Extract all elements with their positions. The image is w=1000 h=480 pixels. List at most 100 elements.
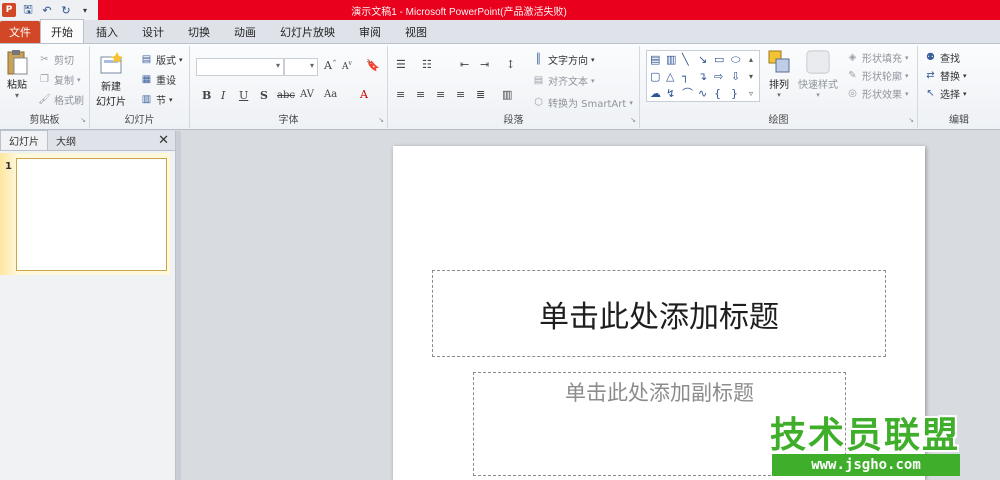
undo-icon[interactable]: ↶ [40, 3, 54, 17]
text-direction-button[interactable]: ║ 文字方向 ▾ [532, 52, 594, 67]
copy-button[interactable]: ❐ 复制 ▾ [38, 72, 81, 87]
watermark-title: 技术员联盟 [770, 415, 961, 456]
layout-button[interactable]: ▤ 版式 ▾ [140, 52, 183, 67]
line-shape-icon[interactable]: ╲ [682, 54, 689, 66]
increase-indent-icon[interactable]: ⇥ [480, 58, 489, 71]
select-button[interactable]: ↖ 选择 ▾ [924, 86, 966, 101]
align-text-button[interactable]: ▤ 对齐文本 ▾ [532, 73, 595, 88]
new-slide-button[interactable]: 新建 幻灯片 [96, 50, 126, 108]
paragraph-dialog-launcher-icon[interactable]: ↘ [630, 116, 636, 124]
drawing-dialog-launcher-icon[interactable]: ↘ [908, 116, 914, 124]
numbering-icon[interactable]: ☷ [422, 58, 432, 71]
tab-file[interactable]: 文件 [0, 21, 40, 43]
lightning-shape-icon[interactable]: ↯ [666, 88, 675, 100]
oval-shape-icon[interactable]: ⬭ [731, 54, 740, 66]
textbox-shape-icon[interactable]: ▤ [650, 54, 660, 66]
cut-button[interactable]: ✂ 剪切 [38, 52, 74, 67]
vertical-textbox-shape-icon[interactable]: ▥ [666, 54, 676, 66]
left-brace-shape-icon[interactable]: { [714, 88, 721, 100]
character-spacing-icon[interactable]: AV [300, 89, 314, 100]
clear-formatting-icon[interactable]: 🔖 [366, 59, 380, 72]
tab-outline[interactable]: 大纲 [48, 131, 84, 150]
tab-view[interactable]: 视图 [393, 21, 439, 43]
arrange-dropdown-icon: ▾ [777, 91, 781, 99]
bold-icon[interactable]: B [202, 89, 211, 102]
curve-shape-icon[interactable]: ∿ [698, 88, 707, 100]
paste-dropdown-icon[interactable]: ▾ [15, 91, 19, 100]
save-icon[interactable]: 🖫 [21, 3, 35, 17]
format-painter-button[interactable]: 🖌 格式刷 [38, 92, 84, 107]
close-icon[interactable]: ✕ [158, 133, 169, 148]
arrow-line-shape-icon[interactable]: ↘ [698, 54, 707, 66]
tab-slides[interactable]: 幻灯片 [0, 130, 48, 150]
gallery-more-icon[interactable]: ▿ [749, 88, 753, 100]
distributed-icon[interactable]: ≣ [476, 88, 485, 101]
tab-insert[interactable]: 插入 [84, 21, 130, 43]
grow-font-icon[interactable]: A^ [324, 59, 337, 72]
paste-label: 粘贴 [7, 80, 27, 91]
find-button[interactable]: ⚉ 查找 [924, 50, 960, 65]
justify-icon[interactable]: ≡ [456, 88, 465, 101]
right-arrow-shape-icon[interactable]: ⇨ [714, 71, 723, 83]
title-placeholder[interactable]: 单击此处添加标题 [432, 270, 886, 357]
section-button[interactable]: ▥ 节 ▾ [140, 92, 173, 107]
bullets-icon[interactable]: ☰ [396, 58, 406, 71]
convert-smartart-button[interactable]: ⬡ 转换为 SmartArt ▾ [532, 95, 633, 110]
layout-label: 版式 [156, 56, 176, 67]
paragraph-group-label: 段落 [503, 115, 524, 126]
tab-animations[interactable]: 动画 [222, 21, 268, 43]
triangle-shape-icon[interactable]: △ [666, 71, 674, 83]
tab-review[interactable]: 审阅 [347, 21, 393, 43]
customize-qat-icon[interactable]: ▾ [78, 3, 92, 17]
gallery-scroll-down-icon[interactable]: ▾ [749, 71, 753, 83]
shadow-icon[interactable]: S [260, 89, 268, 102]
slide-thumbnail[interactable] [16, 158, 167, 271]
shape-fill-button[interactable]: ◈ 形状填充 ▾ [846, 50, 909, 65]
font-size-combo[interactable]: ▾ [284, 58, 318, 76]
line-spacing-icon[interactable]: ↕ [506, 58, 515, 71]
arrange-button[interactable]: 排列 ▾ [766, 48, 792, 99]
shrink-font-icon[interactable]: Av [342, 60, 352, 72]
paste-button[interactable]: 粘贴 ▾ [4, 48, 30, 100]
columns-icon[interactable]: ▥ [502, 88, 512, 101]
section-dropdown-icon: ▾ [169, 95, 173, 104]
dialog-launcher-icon[interactable]: ↘ [80, 116, 86, 124]
tab-design[interactable]: 设计 [130, 21, 176, 43]
elbow-connector-shape-icon[interactable]: ┐ [682, 71, 689, 83]
down-arrow-shape-icon[interactable]: ⇩ [731, 71, 740, 83]
shape-outline-button[interactable]: ✎ 形状轮廓 ▾ [846, 68, 908, 83]
decrease-indent-icon[interactable]: ⇤ [460, 58, 469, 71]
panel-splitter[interactable] [176, 131, 181, 480]
right-brace-shape-icon[interactable]: } [731, 88, 738, 100]
tab-slideshow[interactable]: 幻灯片放映 [268, 21, 347, 43]
arc-shape-icon[interactable]: ⌒ [682, 88, 693, 100]
rounded-rect-shape-icon[interactable]: ▢ [650, 71, 660, 83]
align-left-icon[interactable]: ≡ [396, 88, 405, 101]
font-dialog-launcher-icon[interactable]: ↘ [378, 116, 384, 124]
underline-icon[interactable]: U [239, 89, 248, 102]
align-right-icon[interactable]: ≡ [436, 88, 445, 101]
callout-shape-icon[interactable]: ☁ [650, 88, 661, 100]
align-center-icon[interactable]: ≡ [416, 88, 425, 101]
arrange-icon [766, 48, 792, 76]
slide-thumbnail-item[interactable]: 1 [0, 153, 170, 275]
redo-icon[interactable]: ↻ [59, 3, 73, 17]
tab-home[interactable]: 开始 [40, 19, 84, 43]
copy-dropdown-icon[interactable]: ▾ [77, 76, 81, 84]
ribbon-tabs: 文件 开始 插入 设计 切换 动画 幻灯片放映 审阅 视图 [0, 19, 1000, 44]
reset-button[interactable]: ▦ 重设 [140, 72, 176, 87]
rectangle-shape-icon[interactable]: ▭ [714, 54, 724, 66]
shape-effects-button[interactable]: ◎ 形状效果 ▾ [846, 86, 908, 101]
gallery-scroll-up-icon[interactable]: ▴ [749, 54, 753, 66]
font-name-combo[interactable]: ▾ [196, 58, 284, 76]
elbow-arrow-shape-icon[interactable]: ↴ [698, 71, 707, 83]
font-color-icon[interactable]: A [360, 88, 368, 101]
tab-transitions[interactable]: 切换 [176, 21, 222, 43]
powerpoint-app-icon[interactable]: P [2, 3, 16, 17]
strikethrough-icon[interactable]: abc [277, 90, 295, 101]
change-case-icon[interactable]: Aa [324, 89, 337, 100]
quick-styles-button[interactable]: 快速样式 ▾ [798, 48, 838, 99]
shapes-gallery[interactable]: ▤ ▥ ╲ ↘ ▭ ⬭ ▢ △ ┐ ↴ ⇨ ⇩ ☁ ↯ ⌒ ∿ { } ▴ ▾ … [646, 50, 760, 102]
italic-icon[interactable]: I [221, 89, 225, 102]
replace-button[interactable]: ⇄ 替换 ▾ [924, 68, 966, 83]
